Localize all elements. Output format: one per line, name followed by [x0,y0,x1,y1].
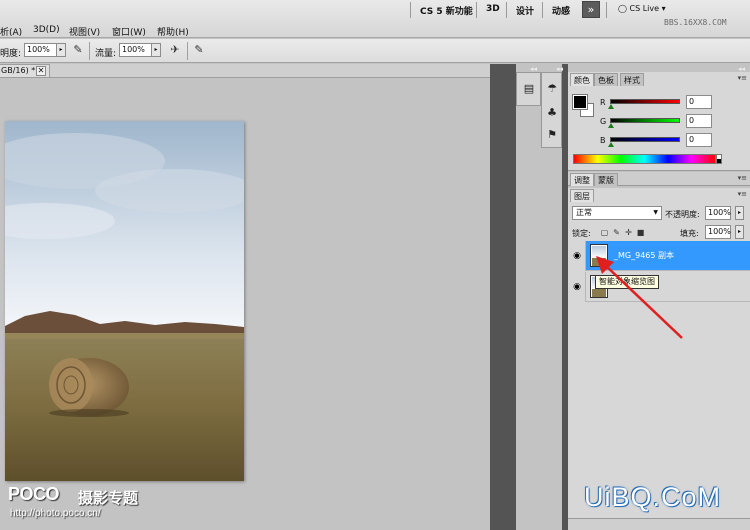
menu-3d[interactable]: 3D(D) [33,25,60,35]
tab-styles[interactable]: 样式 [620,73,644,86]
clone-source-icon[interactable]: ♣ [543,105,561,121]
fill-arrow[interactable]: ▸ [735,225,744,239]
visibility-cell[interactable]: ◉ [568,241,586,271]
poco-title: 摄影专题 [78,489,139,507]
lock-all-icon[interactable]: ■ [636,228,645,237]
divider [476,2,477,18]
layers-panel: 图层 ▾≡ 正常 ▼ 不透明度: 100% ▸ 锁定: ▢ ✎ ✛ ■ 填充: … [568,188,750,530]
fill-input[interactable]: 100% [705,225,731,239]
channel-g-label: G [600,117,607,126]
menu-view[interactable]: 视图(V) [69,25,100,38]
divider [187,42,188,60]
panel-menu-icon[interactable]: ▾≡ [738,174,747,182]
eye-icon[interactable]: ◉ [571,281,583,293]
tab-adjustments[interactable]: 调整 [570,173,594,186]
divider [506,2,507,18]
green-slider-handle[interactable] [608,123,614,128]
opacity-label: 明度: [0,49,22,59]
workspace-cs5-new[interactable]: CS 5 新功能 [420,4,473,17]
blue-slider[interactable] [610,137,680,142]
layer-opacity-arrow[interactable]: ▸ [735,206,744,220]
tool-preset-icon[interactable]: ⚑ [543,127,561,143]
annotation-arrow [596,256,683,339]
tool-strip: ▤ [516,72,541,106]
eye-icon[interactable]: ◉ [571,250,583,262]
blue-value-input[interactable]: 0 [686,133,712,147]
layer-opacity-input[interactable]: 100% [705,206,731,220]
blend-mode-select[interactable]: 正常 ▼ [572,206,662,220]
workspace-3d[interactable]: 3D [486,4,500,14]
blue-slider-handle[interactable] [608,142,614,147]
red-slider-handle[interactable] [608,104,614,109]
lock-image-icon[interactable]: ✎ [612,228,621,237]
tab-layers[interactable]: 图层 [570,189,594,202]
divider [89,42,90,60]
workspace-design[interactable]: 设计 [516,4,534,17]
menu-analysis[interactable]: 析(A) [0,25,22,38]
menu-window[interactable]: 窗口(W) [112,25,146,38]
arrow-shaft [603,263,683,339]
close-icon[interactable]: ✕ [36,66,46,76]
flow-label: 流量: [95,49,117,59]
poco-url: http://photo.poco.cn/ [10,508,101,519]
divider [410,2,411,18]
blend-mode-value: 正常 [576,208,592,217]
landscape-photo [5,121,244,481]
options-bar: 明度: 100% ▸ ✎ 流量: 100% ▸ ✈ ✎ [0,39,750,63]
panel-dock-gutter [490,64,516,530]
airbrush-icon[interactable]: ✈ [168,43,182,57]
poco-logo: POCO [8,484,60,504]
flow-dropdown-arrow[interactable]: ▸ [151,43,161,57]
opacity-dropdown-arrow[interactable]: ▸ [56,43,66,57]
brush-preset-icon[interactable]: ☂ [543,81,561,97]
lock-transparency-icon[interactable]: ▢ [600,228,609,237]
color-panel: 颜色 色板 样式 ▾≡ R 0 G 0 B 0 [568,72,750,171]
tab-swatches[interactable]: 色板 [594,73,618,86]
pressure-size-icon[interactable]: ✎ [192,43,206,57]
divider [606,2,607,18]
red-slider[interactable] [610,99,680,104]
cs-live-icon: ◯ [618,4,630,13]
history-icon[interactable]: ▤ [520,81,538,97]
menu-help[interactable]: 帮助(H) [157,25,189,38]
document-tab-label: GB/16) * [1,66,36,75]
divider [542,2,543,18]
channel-r-label: R [600,98,606,107]
green-value-input[interactable]: 0 [686,114,712,128]
foreground-color-swatch[interactable] [572,94,588,110]
cs-live-label: CS Live [629,4,660,13]
channel-b-label: B [600,136,606,145]
menu-bar: 析(A) 3D(D) 视图(V) 窗口(W) 帮助(H) CS 5 新功能 3D… [0,0,750,38]
panel-menu-icon[interactable]: ▾≡ [738,74,747,82]
canvas-image[interactable] [5,121,244,481]
tab-masks[interactable]: 蒙版 [594,173,618,186]
red-value-input[interactable]: 0 [686,95,712,109]
tool-strip: ☂ ♣ ⚑ [541,72,562,148]
green-slider[interactable] [610,118,680,123]
panel-menu-icon[interactable]: ▾≡ [738,190,747,198]
adjustments-panel: 调整 蒙版 ▾≡ [568,172,750,186]
cs-live-button[interactable]: ◯ CS Live ▾ [618,4,666,13]
workspace-motion[interactable]: 动感 [552,4,570,17]
lock-label: 锁定: [572,229,591,238]
tab-color[interactable]: 颜色 [570,73,594,86]
uibq-watermark: UiBQ.CoM [584,482,722,512]
workspace-expand-button[interactable]: » [582,1,600,18]
document-tab[interactable]: GB/16) * ✕ [0,64,50,78]
black-white-ramp[interactable] [716,154,722,164]
layer-opacity-label: 不透明度: [665,210,700,219]
panel-footer [568,518,750,530]
forum-watermark: BBS.16XX8.COM [664,18,727,27]
color-spectrum-bar[interactable] [573,154,716,164]
fill-label: 填充: [680,229,699,238]
pressure-opacity-icon[interactable]: ✎ [71,43,85,57]
chevron-down-icon: ▼ [653,209,658,216]
tab-strip [50,64,490,78]
visibility-cell[interactable]: ◉ [568,272,586,302]
lock-position-icon[interactable]: ✛ [624,228,633,237]
